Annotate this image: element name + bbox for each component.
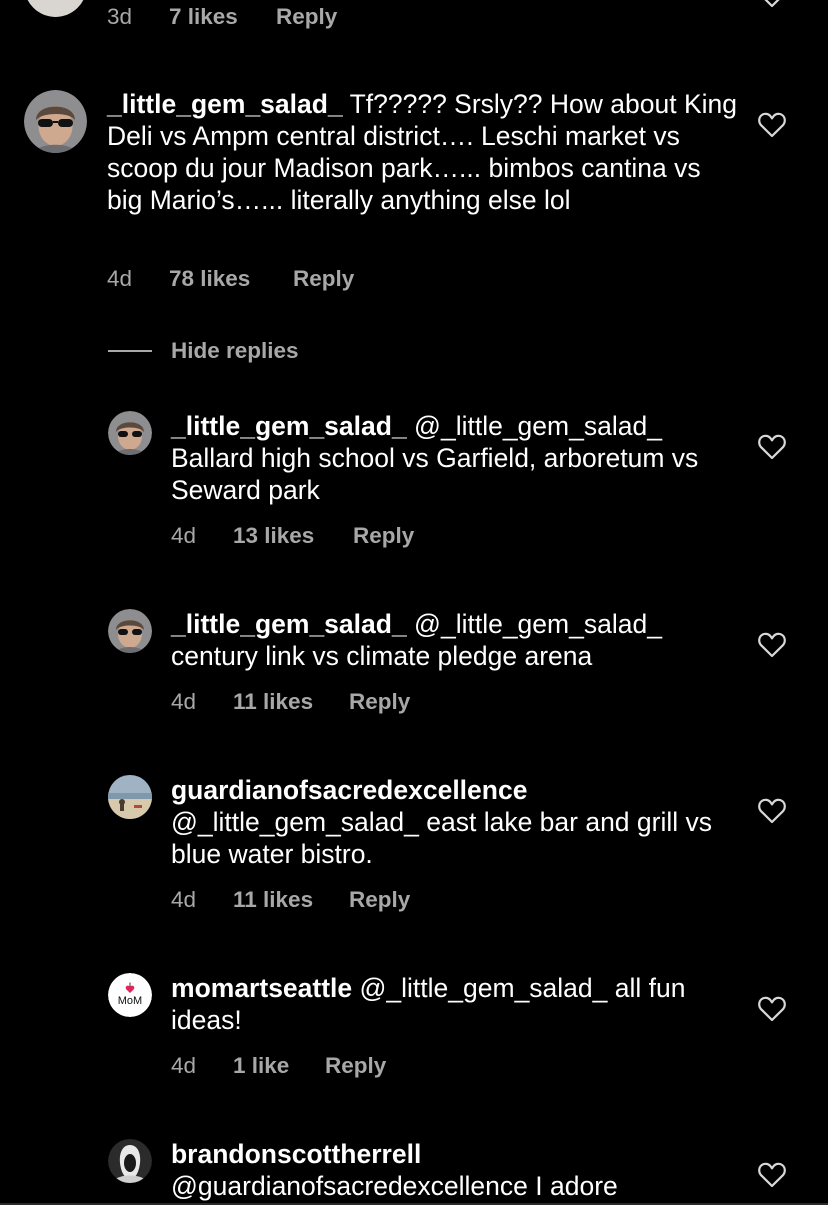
reply-age: 4d: [171, 689, 197, 714]
reply-button[interactable]: Reply: [276, 3, 337, 31]
avatar[interactable]: [108, 1139, 152, 1183]
likes-count[interactable]: 1 like: [233, 1052, 289, 1080]
reply-age: 4d: [171, 887, 197, 912]
like-heart-icon[interactable]: [758, 1162, 786, 1188]
reply-body: _little_gem_salad_ @_little_gem_salad_ B…: [171, 410, 737, 506]
reply-body: guardianofsacredexcellence @_little_gem_s…: [171, 774, 737, 870]
reply-username[interactable]: guardianofsacredexcellence: [171, 775, 527, 805]
reply-username[interactable]: momartseattle: [171, 973, 352, 1003]
reply-body: _little_gem_salad_ @_little_gem_salad_ c…: [171, 608, 737, 672]
reply-meta: 4d 11 likes Reply: [171, 886, 711, 914]
likes-count[interactable]: 11 likes: [233, 886, 313, 914]
reply-text: @guardianofsacredexcellence I adore: [171, 1171, 618, 1201]
avatar[interactable]: [24, 0, 87, 17]
reply-age: 4d: [171, 1053, 197, 1078]
svg-text:MoM: MoM: [118, 995, 142, 1007]
like-heart-icon[interactable]: [758, 0, 786, 8]
reply-text: @_little_gem_salad_ east lake bar and gr…: [171, 807, 712, 869]
comment-age: 4d: [107, 266, 133, 291]
reply-body: momartseattle @_little_gem_salad_ all fu…: [171, 972, 737, 1036]
avatar[interactable]: [24, 90, 87, 153]
like-heart-icon[interactable]: [758, 632, 786, 658]
avatar[interactable]: [108, 609, 152, 653]
comment-body: _little_gem_salad_ Tf????? Srsly?? How a…: [107, 88, 737, 216]
reply-username[interactable]: _little_gem_salad_: [171, 609, 407, 639]
avatar[interactable]: [108, 775, 152, 819]
replies-divider: [108, 350, 152, 352]
avatar[interactable]: I MoM: [108, 973, 152, 1017]
like-heart-icon[interactable]: [758, 112, 786, 138]
comment-meta: 3d 7 likes Reply: [107, 3, 707, 31]
reply-body: brandonscottherrell @guardianofsacredexce…: [171, 1138, 737, 1202]
likes-count[interactable]: 13 likes: [233, 522, 314, 550]
reply-button[interactable]: Reply: [353, 522, 414, 550]
reply-meta: 4d 11 likes Reply: [171, 688, 711, 716]
comment-username[interactable]: _little_gem_salad_: [107, 89, 343, 119]
like-heart-icon[interactable]: [758, 434, 786, 460]
reply-button[interactable]: Reply: [349, 886, 410, 914]
likes-count[interactable]: 78 likes: [169, 265, 250, 293]
reply-meta: 4d 1 like Reply: [171, 1052, 711, 1080]
reply-button[interactable]: Reply: [325, 1052, 386, 1080]
like-heart-icon[interactable]: [758, 798, 786, 824]
hide-replies-button[interactable]: Hide replies: [171, 337, 299, 365]
comments-thread: 3d 7 likes Reply _little_gem_salad_ Tf??…: [0, 0, 828, 1205]
comment-age: 3d: [107, 4, 133, 29]
reply-button[interactable]: Reply: [293, 265, 354, 293]
likes-count[interactable]: 11 likes: [233, 688, 313, 716]
likes-count[interactable]: 7 likes: [169, 3, 238, 31]
reply-username[interactable]: brandonscottherrell: [171, 1139, 421, 1169]
avatar[interactable]: [108, 411, 152, 455]
reply-age: 4d: [171, 523, 197, 548]
like-heart-icon[interactable]: [758, 996, 786, 1022]
reply-button[interactable]: Reply: [349, 688, 410, 716]
comment-meta: 4d 78 likes Reply: [107, 265, 707, 293]
reply-meta: 4d 13 likes Reply: [171, 522, 711, 550]
reply-username[interactable]: _little_gem_salad_: [171, 411, 407, 441]
